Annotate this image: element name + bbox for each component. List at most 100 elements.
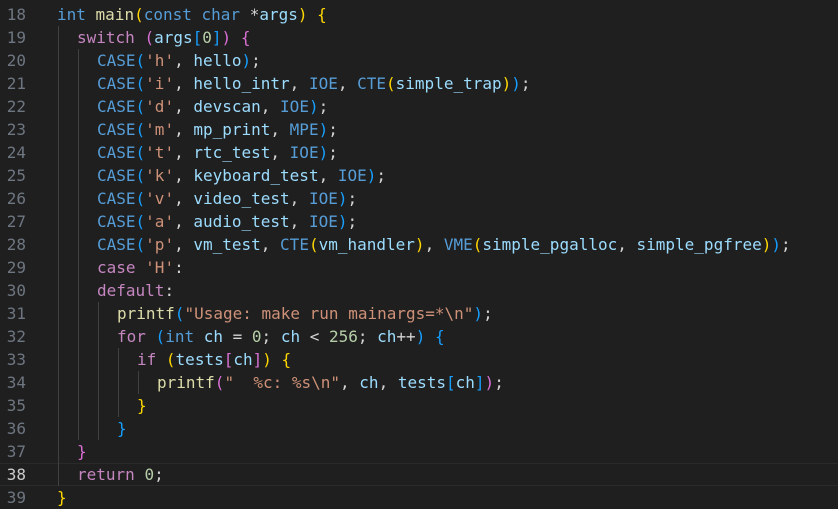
- code-token: ): [771, 235, 782, 254]
- code-token: CASE: [97, 120, 136, 139]
- code-token: ): [308, 97, 319, 116]
- code-token: ): [221, 28, 232, 47]
- code-token: (: [214, 373, 225, 392]
- code-token: ,: [174, 166, 194, 185]
- code-token: :: [174, 258, 184, 277]
- line-number: 39: [6, 488, 26, 507]
- code-text: CASE('d', devscan, IOE);: [97, 95, 328, 118]
- code-token: ch: [203, 327, 223, 346]
- line-number: 37: [6, 442, 26, 461]
- code-token: IOE: [337, 166, 367, 185]
- code-line[interactable]: 28 CASE('p', vm_test, CTE(vm_handler), VM…: [0, 233, 838, 256]
- code-token: ): [484, 373, 495, 392]
- code-token: 'm': [145, 120, 175, 139]
- line-number: 18: [6, 5, 26, 24]
- code-text: CASE('p', vm_test, CTE(vm_handler), VME(…: [97, 233, 791, 256]
- code-line[interactable]: 22 CASE('d', devscan, IOE);: [0, 95, 838, 118]
- code-token: }: [117, 419, 127, 438]
- code-line[interactable]: 32 for (int ch = 0; ch < 256; ch++) {: [0, 325, 838, 348]
- code-token: CASE: [97, 74, 136, 93]
- code-line[interactable]: 18 int main(const char *args) {: [0, 3, 838, 26]
- code-line[interactable]: 23 CASE('m', mp_print, MPE);: [0, 118, 838, 141]
- code-line[interactable]: 39}: [0, 486, 838, 509]
- code-line[interactable]: 34 printf(" %c: %s\n", ch, tests[ch]);: [0, 371, 838, 394]
- code-line[interactable]: 33 if (tests[ch]) {: [0, 348, 838, 371]
- code-token: :: [164, 281, 175, 300]
- code-token: IOE: [308, 74, 338, 93]
- line-number: 30: [6, 281, 26, 300]
- code-token: ch: [233, 350, 253, 369]
- line-number: 28: [6, 235, 26, 254]
- code-line[interactable]: 26 CASE('v', video_test, IOE);: [0, 187, 838, 210]
- line-number: 29: [6, 258, 26, 277]
- code-token: 0: [251, 327, 262, 346]
- code-token: 0: [144, 465, 155, 484]
- code-token: *: [240, 5, 260, 24]
- code-text: printf("Usage: make run mainargs=*\n");: [117, 302, 493, 325]
- indent-guide: [118, 348, 119, 417]
- code-token: IOE: [308, 212, 338, 231]
- code-token: ;: [347, 189, 358, 208]
- code-token: }: [77, 442, 87, 461]
- code-token: IOE: [289, 143, 319, 162]
- indent-guide: [58, 26, 59, 486]
- code-token: hello: [193, 51, 242, 70]
- code-editor[interactable]: 18 int main(const char *args) {19 switch (…: [0, 0, 838, 507]
- code-token: hello_intr: [193, 74, 290, 93]
- indent-guide: [138, 371, 139, 394]
- code-line[interactable]: 31 printf("Usage: make run mainargs=*\n")…: [0, 302, 838, 325]
- code-token: int: [57, 5, 86, 24]
- code-text: }: [57, 486, 67, 509]
- code-token: rtc_test: [193, 143, 271, 162]
- line-number: 25: [6, 166, 26, 185]
- code-token: [: [192, 28, 203, 47]
- code-token: 'v': [145, 189, 175, 208]
- line-number: 34: [6, 373, 26, 392]
- code-token: ch: [359, 373, 379, 392]
- code-line[interactable]: 36}: [0, 417, 838, 440]
- code-line[interactable]: 35}: [0, 394, 838, 417]
- code-text: default:: [97, 279, 174, 302]
- code-token: " %c: %s\n": [224, 373, 341, 392]
- code-token: ;: [261, 327, 281, 346]
- code-token: (: [165, 350, 176, 369]
- code-token: ;: [154, 465, 164, 484]
- code-token: ,: [340, 373, 360, 392]
- code-token: char: [201, 5, 241, 24]
- code-text: CASE('t', rtc_test, IOE);: [97, 141, 338, 164]
- code-line[interactable]: 30 default:: [0, 279, 838, 302]
- code-token: CASE: [97, 143, 136, 162]
- code-token: CASE: [97, 189, 136, 208]
- code-line[interactable]: 21 CASE('i', hello_intr, IOE, CTE(simple_…: [0, 72, 838, 95]
- code-token: CASE: [97, 212, 136, 231]
- code-token: ]: [252, 350, 263, 369]
- code-line[interactable]: 20 CASE('h', hello);: [0, 49, 838, 72]
- code-token: ]: [474, 373, 485, 392]
- code-text: CASE('k', keyboard_test, IOE);: [97, 164, 386, 187]
- code-token: 't': [145, 143, 175, 162]
- code-line[interactable]: 25 CASE('k', keyboard_test, IOE);: [0, 164, 838, 187]
- code-line[interactable]: 27 CASE('a', audio_test, IOE);: [0, 210, 838, 233]
- code-token: CASE: [97, 235, 136, 254]
- code-token: 'a': [145, 212, 175, 231]
- code-text: CASE('h', hello);: [97, 49, 261, 72]
- code-line[interactable]: 37}: [0, 440, 838, 463]
- code-line[interactable]: 38 return 0;: [0, 463, 838, 486]
- code-token: (: [135, 97, 146, 116]
- code-token: 'i': [145, 74, 175, 93]
- code-token: vm_test: [193, 235, 261, 254]
- code-line[interactable]: 19 switch (args[0]) {: [0, 26, 838, 49]
- code-token: MPE: [289, 120, 319, 139]
- code-token: simple_pgalloc: [482, 235, 618, 254]
- code-line[interactable]: 29 case 'H':: [0, 256, 838, 279]
- code-line[interactable]: 24 CASE('t', rtc_test, IOE);: [0, 141, 838, 164]
- line-number: 32: [6, 327, 26, 346]
- code-token: (: [135, 189, 146, 208]
- code-token: ch: [280, 327, 301, 346]
- code-token: default: [97, 281, 165, 300]
- code-token: ): [511, 74, 521, 93]
